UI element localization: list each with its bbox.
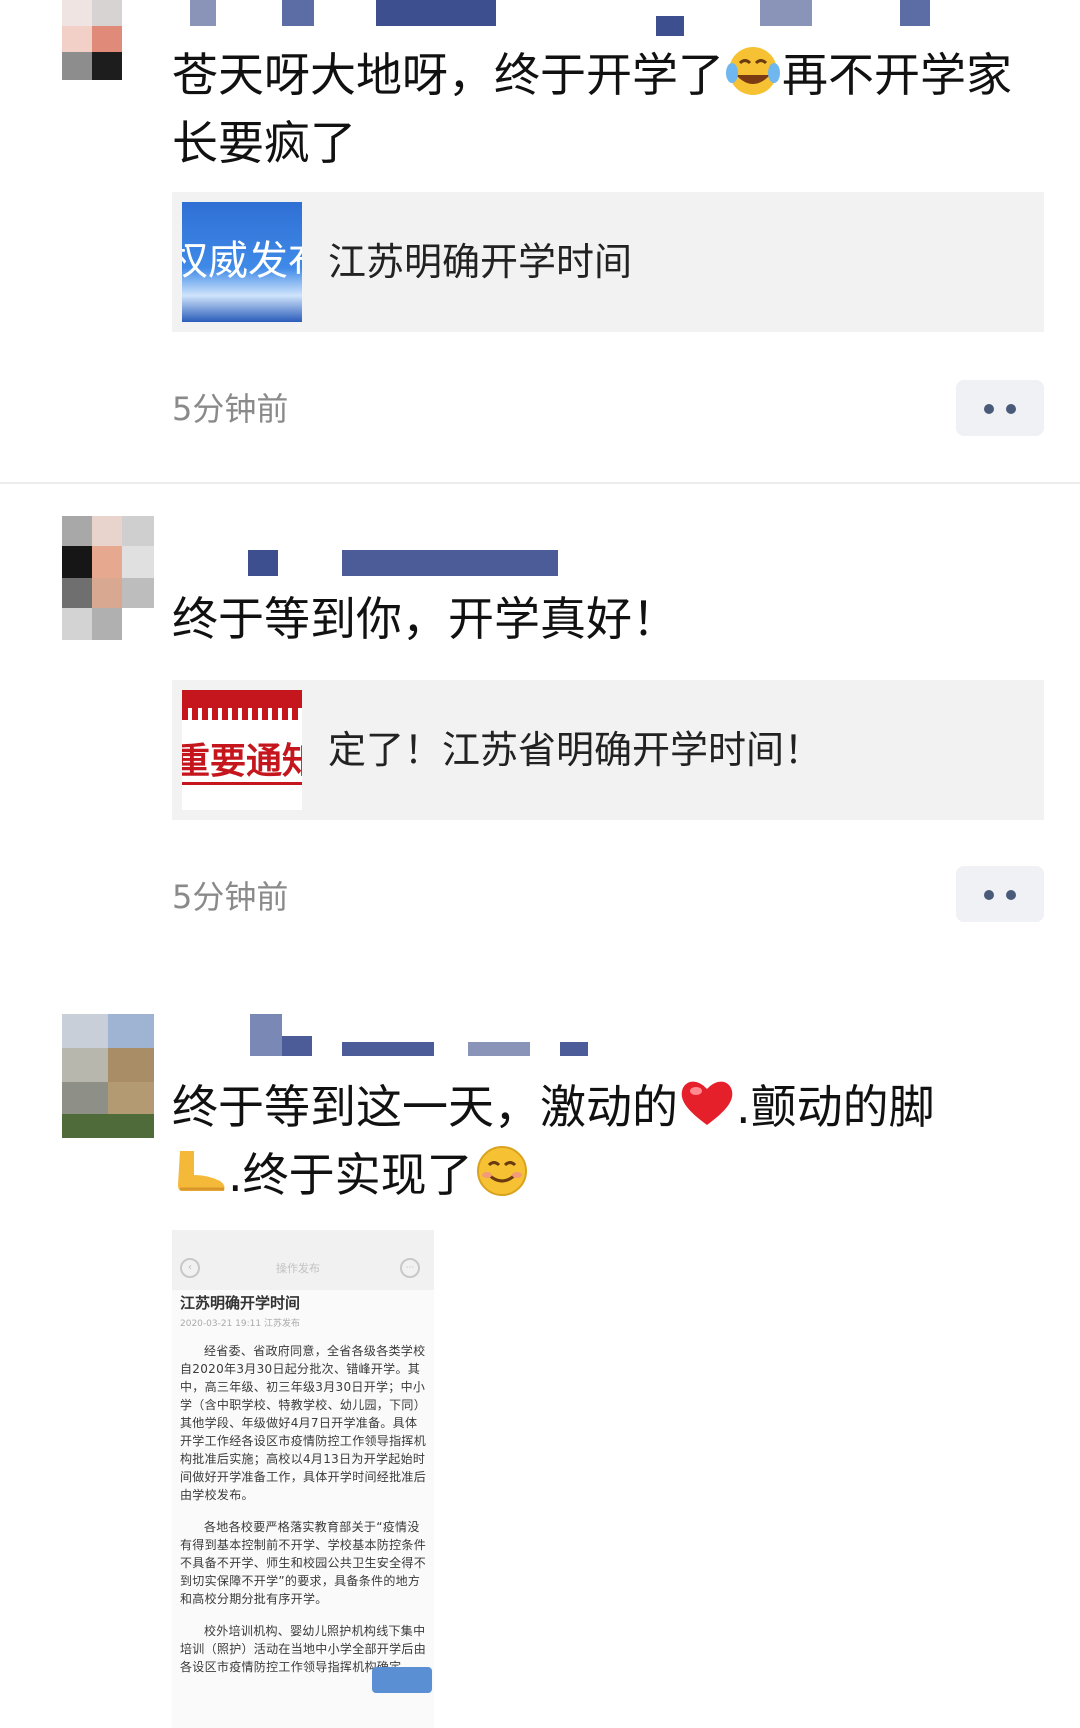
avatar[interactable]	[62, 1014, 154, 1138]
image-watermark-chip	[372, 1667, 432, 1693]
moment-post: 苍天呀大地呀，终于开学了再不开学家长要疯了 权威发布 江苏明确开学时间 5分钟前	[0, 0, 1080, 482]
thumbnail-banner	[182, 690, 302, 708]
thumbnail-text: 重要通知	[182, 741, 302, 782]
thumbnail-fringe	[182, 708, 302, 720]
foot-emoji	[172, 1145, 228, 1212]
post-time: 5分钟前	[172, 390, 289, 428]
red-heart-emoji	[678, 1077, 736, 1144]
post-text: 苍天呀大地呀，终于开学了 再不开学家长要疯了	[172, 44, 1032, 174]
image-header-text: 操作发布	[276, 1262, 320, 1275]
thumbnail-line	[182, 782, 302, 785]
avatar[interactable]	[62, 516, 154, 640]
back-icon: ‹	[180, 1258, 200, 1278]
username-blurred[interactable]	[282, 0, 314, 26]
more-icon: ···	[400, 1258, 420, 1278]
link-title: 定了！江苏省明确开学时间！	[328, 728, 823, 772]
username-blurred[interactable]	[656, 16, 684, 36]
news-paragraph: 各地各校要严格落实教育部关于“疫情没有得到基本控制前不开学、学校基本防控条件不具…	[180, 1520, 427, 1606]
link-title: 江苏明确开学时间	[328, 240, 633, 284]
post-text: 终于等到你，开学真好！	[172, 592, 678, 646]
news-body: 经省委、省政府同意，全省各级各类学校自2020年3月30日起分批次、错峰开学。其…	[180, 1342, 428, 1690]
username-blurred[interactable]	[342, 1042, 434, 1056]
shared-link-card[interactable]: 重要通知 定了！江苏省明确开学时间！	[172, 680, 1044, 820]
link-thumbnail: 权威发布	[182, 202, 302, 322]
post-text: 终于等到这一天，激动的 .颤动的脚 .终于实现了	[172, 1076, 1032, 1212]
dot-icon	[1006, 404, 1016, 414]
username-blurred[interactable]	[342, 550, 558, 576]
username-blurred[interactable]	[190, 0, 216, 26]
username-blurred[interactable]	[250, 1014, 282, 1056]
news-paragraph: 经省委、省政府同意，全省各级各类学校自2020年3月30日起分批次、错峰开学。其…	[180, 1344, 427, 1502]
moment-post: 终于等到你，开学真好！ 重要通知 定了！江苏省明确开学时间！ 5分钟前	[0, 484, 1080, 964]
post-image[interactable]: ‹ 操作发布 ··· 江苏明确开学时间 2020-03-21 19:11 江苏发…	[172, 1230, 434, 1728]
shared-link-card[interactable]: 权威发布 江苏明确开学时间	[172, 192, 1044, 332]
username-blurred[interactable]	[376, 0, 496, 26]
news-date: 2020-03-21 19:11 江苏发布	[180, 1319, 300, 1329]
dot-icon	[984, 404, 994, 414]
more-actions-button[interactable]	[956, 866, 1044, 922]
avatar[interactable]	[62, 0, 154, 124]
username-blurred[interactable]	[560, 1042, 588, 1056]
dot-icon	[1006, 890, 1016, 900]
more-actions-button[interactable]	[956, 380, 1044, 436]
dot-icon	[984, 890, 994, 900]
link-thumbnail: 重要通知	[182, 690, 302, 810]
username-blurred[interactable]	[282, 1036, 312, 1056]
tears-of-joy-emoji	[724, 45, 782, 112]
username-blurred[interactable]	[468, 1042, 530, 1056]
post-time: 5分钟前	[172, 878, 289, 916]
smiling-face-emoji	[473, 1145, 531, 1212]
news-title: 江苏明确开学时间	[180, 1294, 301, 1312]
username-blurred[interactable]	[900, 0, 930, 26]
thumbnail-text: 权威发布	[182, 238, 302, 284]
moment-post: 终于等到这一天，激动的 .颤动的脚 .终于实现了	[0, 964, 1080, 1728]
username-blurred[interactable]	[760, 0, 812, 26]
username-blurred[interactable]	[248, 550, 278, 576]
